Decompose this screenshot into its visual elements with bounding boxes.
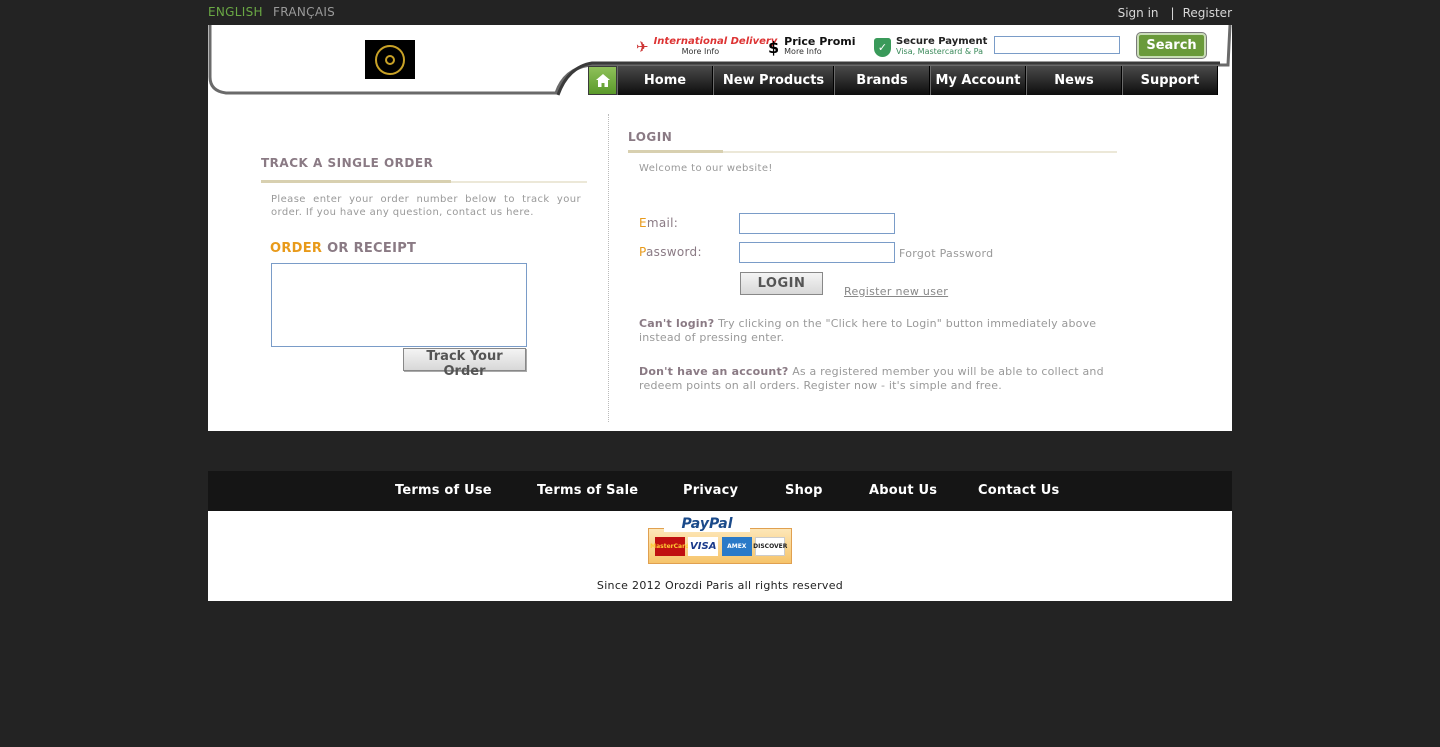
promo-secure-title: Secure Payment [896, 36, 988, 47]
order-label-rest: OR RECEIPT [322, 241, 417, 256]
order-receipt-label: ORDER OR RECEIPT [270, 241, 416, 256]
email-label-rest: mail: [646, 216, 679, 230]
mastercard-logo: MasterCard [650, 536, 689, 556]
discover-logo: DISCOVER [753, 536, 787, 556]
auth-links: Sign in | Register [1118, 6, 1232, 20]
main-nav: Home New Products Brands My Account News… [588, 66, 1218, 95]
password-label-initial: P [639, 245, 646, 259]
column-divider [608, 114, 609, 422]
promo-price[interactable]: $ Price Promi More Info [768, 34, 856, 60]
promo-price-sub: More Info [784, 47, 822, 56]
card-logos: MasterCard VISA AMEX DISCOVER [648, 528, 792, 564]
email-label: Email: [639, 216, 678, 230]
no-account-help: Don't have an account? As a registered m… [639, 365, 1119, 393]
nav-brands[interactable]: Brands [834, 66, 930, 95]
main-content: TRACK A SINGLE ORDER Please enter your o… [208, 97, 1232, 431]
promo-intl-title: International Delivery [653, 36, 778, 47]
site-logo[interactable] [365, 40, 415, 79]
nav-my-account[interactable]: My Account [930, 66, 1026, 95]
welcome-text: Welcome to our website! [639, 163, 773, 174]
footer-shop-link[interactable]: Shop [785, 483, 823, 498]
order-label-highlight: ORDER [270, 241, 323, 256]
footer-terms-of-use-link[interactable]: Terms of Use [395, 483, 492, 498]
language-french-link[interactable]: FRANÇAIS [273, 5, 335, 19]
nav-new-products[interactable]: New Products [713, 66, 834, 95]
footer-bottom: MasterCard VISA AMEX DISCOVER PayPal Sin… [208, 511, 1232, 601]
home-icon [595, 74, 610, 87]
logo-emblem [375, 44, 405, 75]
track-order-description: Please enter your order number below to … [271, 194, 581, 218]
password-label-rest: assword: [646, 245, 702, 259]
register-link[interactable]: Register [1183, 6, 1232, 20]
footer-privacy-link[interactable]: Privacy [683, 483, 738, 498]
airplane-icon: ✈ [636, 38, 649, 56]
promo-secure-payment[interactable]: ✓ Secure Payment Visa, Mastercard & Pa [874, 34, 987, 60]
promo-international-delivery[interactable]: ✈ International Delivery More Info [636, 34, 777, 60]
password-label: Password: [639, 245, 702, 259]
amex-logo: AMEX [721, 536, 752, 556]
nav-news[interactable]: News [1026, 66, 1122, 95]
forgot-password-link[interactable]: Forgot Password [899, 247, 993, 260]
top-bar: ENGLISH FRANÇAIS Sign in | Register [208, 0, 1232, 25]
login-title-rule-accent [628, 150, 723, 153]
nav-support[interactable]: Support [1122, 66, 1218, 95]
footer-terms-of-sale-link[interactable]: Terms of Sale [537, 483, 638, 498]
track-order-title: TRACK A SINGLE ORDER [261, 156, 434, 170]
nav-home-icon-button[interactable] [588, 66, 617, 95]
sign-in-link[interactable]: Sign in [1118, 6, 1159, 20]
copyright-text: Since 2012 Orozdi Paris all rights reser… [596, 579, 844, 592]
password-field[interactable] [739, 242, 895, 263]
email-label-initial: E [639, 216, 647, 230]
promo-intl-sub: More Info [681, 47, 720, 56]
no-account-heading: Don't have an account? [639, 365, 789, 378]
search-button[interactable]: Search [1137, 33, 1206, 58]
language-english-link[interactable]: ENGLISH [208, 5, 263, 19]
payment-methods-banner: MasterCard VISA AMEX DISCOVER PayPal [648, 516, 792, 564]
email-field[interactable] [739, 213, 895, 234]
visa-logo: VISA [688, 536, 719, 556]
site-header: ✈ International Delivery More Info $ Pri… [208, 25, 1232, 97]
login-button[interactable]: LOGIN [740, 272, 823, 295]
footer-about-us-link[interactable]: About Us [869, 483, 937, 498]
nav-home[interactable]: Home [617, 66, 713, 95]
footer-nav: Terms of Use Terms of Sale Privacy Shop … [208, 471, 1232, 511]
logo-center [385, 54, 395, 65]
cant-login-help: Can't login? Try clicking on the "Click … [639, 317, 1119, 345]
track-title-rule-accent [261, 180, 451, 183]
auth-separator: | [1170, 6, 1175, 20]
cant-login-heading: Can't login? [639, 317, 715, 330]
shield-icon: ✓ [874, 37, 891, 57]
promo-price-title: Price Promi [784, 35, 856, 48]
order-number-textarea[interactable] [271, 263, 527, 347]
login-title: LOGIN [628, 130, 673, 144]
track-order-button[interactable]: Track Your Order [403, 348, 526, 379]
search-input[interactable] [994, 36, 1120, 54]
footer-contact-us-link[interactable]: Contact Us [978, 483, 1059, 498]
dollar-icon: $ [768, 37, 780, 57]
promo-secure-sub: Visa, Mastercard & Pa [896, 47, 984, 56]
register-new-user-link[interactable]: Register new user [844, 285, 948, 298]
paypal-logo: PayPal [664, 516, 750, 532]
